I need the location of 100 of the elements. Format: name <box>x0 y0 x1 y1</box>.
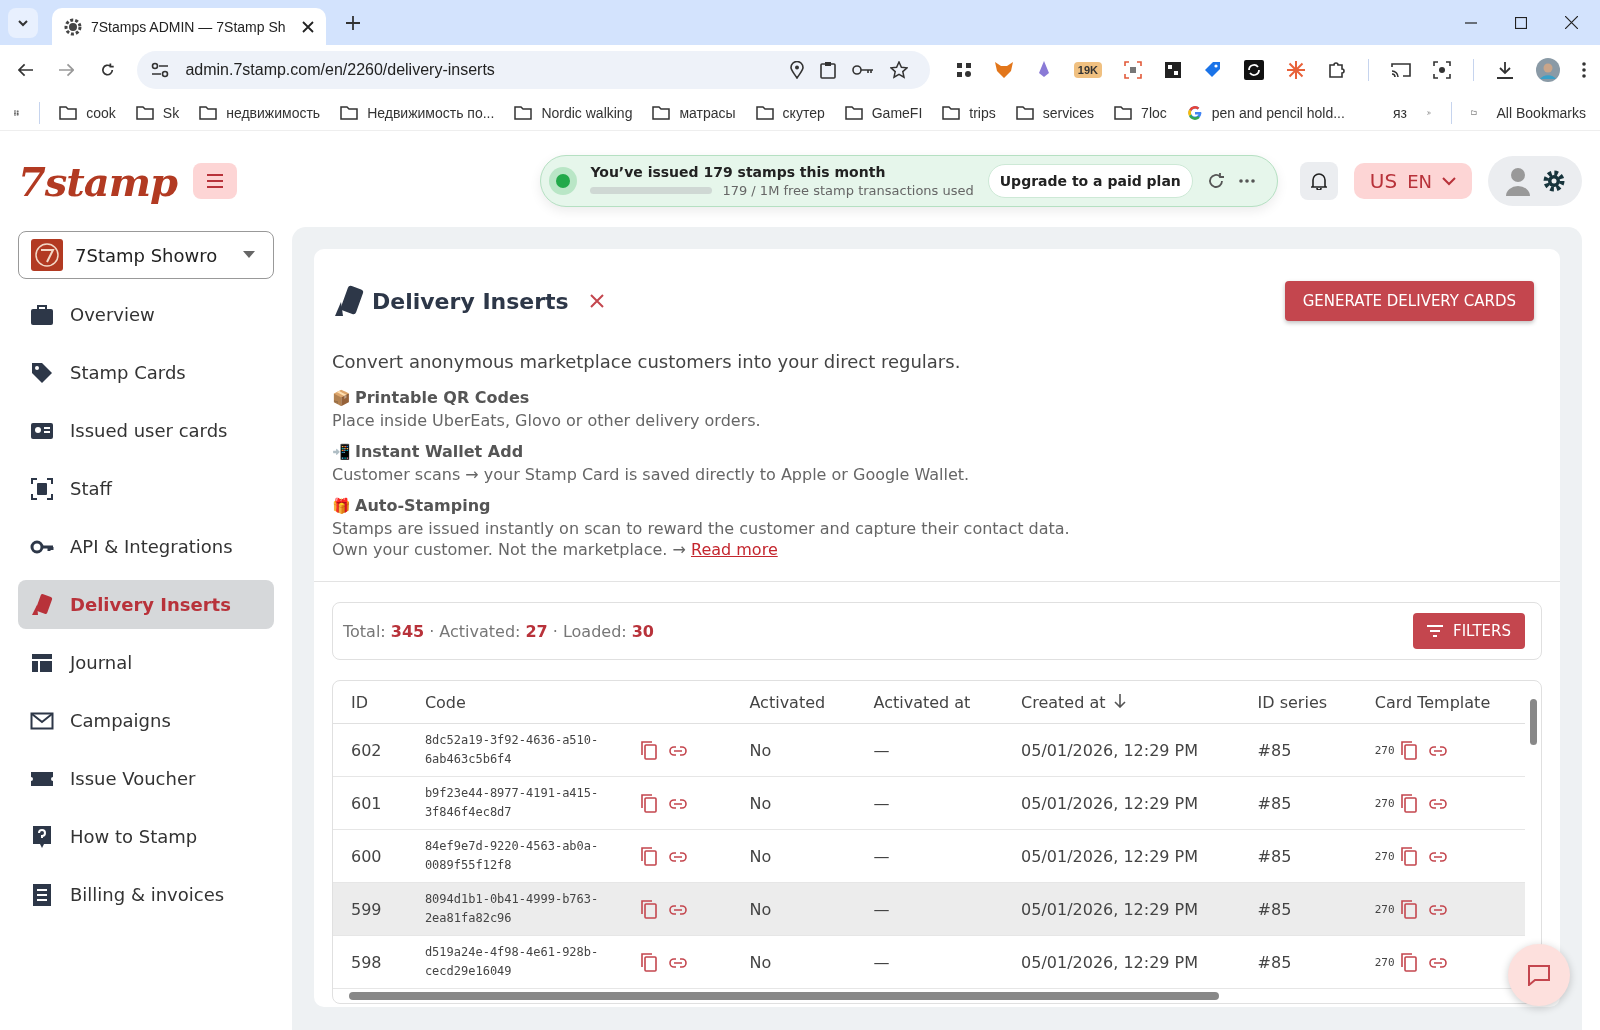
tag-icon[interactable] <box>1204 61 1222 79</box>
scan-icon[interactable] <box>1124 61 1142 79</box>
copy-icon[interactable] <box>1400 953 1417 972</box>
settings-icon[interactable] <box>1542 169 1566 193</box>
copy-icon[interactable] <box>640 900 657 919</box>
language-selector[interactable]: US EN <box>1353 163 1472 199</box>
bookmark[interactable]: Sk <box>162 104 180 121</box>
bookmark[interactable]: trips <box>969 104 996 121</box>
sidebar-item[interactable]: Overview <box>18 290 274 339</box>
site-settings-icon[interactable] <box>151 62 170 78</box>
sidebar-item[interactable]: API & Integrations <box>18 522 274 571</box>
tab-search-icon[interactable] <box>8 7 38 38</box>
link-icon[interactable] <box>668 904 687 915</box>
copy-icon[interactable] <box>1400 794 1417 813</box>
column-header[interactable]: Activated <box>749 692 826 712</box>
link-icon[interactable] <box>668 798 687 809</box>
table-row[interactable]: 600 84ef9e7d-9220-4563-ab0a-0089f55f12f8 No — 05/01/2026, 12:29 PM #85 270 <box>333 829 1525 883</box>
link-icon[interactable] <box>668 957 687 968</box>
more-icon[interactable] <box>1238 179 1255 183</box>
forward-icon[interactable] <box>59 63 75 77</box>
camera-icon[interactable] <box>1433 61 1451 79</box>
close-icon[interactable] <box>1565 16 1578 29</box>
copy-icon[interactable] <box>640 953 657 972</box>
sidebar-item[interactable]: Delivery Inserts <box>18 580 274 629</box>
link-icon[interactable] <box>1428 957 1447 968</box>
download-icon[interactable] <box>1496 61 1514 79</box>
upgrade-button[interactable]: Upgrade to a paid plan <box>987 164 1193 198</box>
bookmark[interactable]: cook <box>86 104 116 121</box>
link-icon[interactable] <box>1428 851 1447 862</box>
sync-icon[interactable] <box>1244 60 1264 80</box>
bookmark[interactable]: Недвижимость по... <box>367 104 495 121</box>
sidebar-item[interactable]: Journal <box>18 638 274 687</box>
sparkle-icon[interactable] <box>1286 60 1306 80</box>
link-icon[interactable] <box>1428 904 1447 915</box>
sort-arrow-icon[interactable] <box>1113 693 1126 708</box>
avatar-icon[interactable] <box>1536 58 1560 82</box>
puzzle-icon[interactable] <box>1328 61 1346 79</box>
bookmark[interactable]: Nordic walking <box>541 104 633 121</box>
bookmark[interactable]: недвижимость <box>226 104 321 121</box>
bookmark[interactable]: скутер <box>782 104 825 121</box>
column-header[interactable]: ID series <box>1257 692 1328 712</box>
close-icon[interactable] <box>302 20 314 33</box>
copy-icon[interactable] <box>640 741 657 760</box>
copy-icon[interactable] <box>640 794 657 813</box>
copy-icon[interactable] <box>1400 900 1417 919</box>
more-icon[interactable] <box>1582 62 1586 78</box>
cast-icon[interactable] <box>1391 62 1411 78</box>
copy-icon[interactable] <box>1400 847 1417 866</box>
column-header[interactable]: Code <box>424 692 466 712</box>
sidebar-item[interactable]: Issue Voucher <box>18 754 274 803</box>
column-header[interactable]: ID <box>351 692 369 712</box>
bookmark[interactable]: services <box>1042 104 1095 121</box>
column-header[interactable]: Created at <box>1021 692 1106 712</box>
location-pin-icon[interactable] <box>789 61 804 79</box>
sidebar-item[interactable]: Campaigns <box>18 696 274 745</box>
bookmark[interactable]: матрасы <box>679 104 736 121</box>
sidebar-item[interactable]: Issued user cards <box>18 406 274 455</box>
menu-button[interactable] <box>193 163 238 199</box>
scrollbar-thumb[interactable] <box>349 992 1219 1000</box>
reload-icon[interactable] <box>100 62 116 78</box>
clipboard-icon[interactable] <box>819 61 836 79</box>
star-icon[interactable] <box>889 61 908 79</box>
bookmark[interactable]: яз <box>1392 104 1407 121</box>
fox-icon[interactable] <box>993 61 1014 79</box>
address-bar[interactable]: admin.7stamp.com/en/2260/delivery-inserts <box>137 51 930 89</box>
sidebar-item[interactable]: Staff <box>18 464 274 513</box>
table-row[interactable]: 599 8094d1b1-0b41-4999-b763-2ea81fa82c96 No — 05/01/2026, 12:29 PM #85 270 <box>333 882 1525 936</box>
table-cell: #85 <box>1257 740 1292 760</box>
read-more-link[interactable]: Read more <box>691 540 778 559</box>
notifications-button[interactable] <box>1299 162 1338 200</box>
user-menu[interactable] <box>1488 156 1582 206</box>
generate-delivery-cards-button[interactable]: GENERATE DELIVERY CARDS <box>1284 281 1534 321</box>
scrollbar-thumb[interactable] <box>1529 699 1537 745</box>
back-icon[interactable] <box>18 63 34 77</box>
copy-icon[interactable] <box>640 847 657 866</box>
bookmark[interactable]: pen and pencil hold... <box>1211 104 1345 121</box>
bookmark[interactable]: 7loc <box>1141 104 1167 121</box>
sidebar-item[interactable]: Stamp Cards <box>18 348 274 397</box>
maximize-icon[interactable] <box>1515 16 1527 29</box>
new-tab-icon[interactable] <box>346 15 360 30</box>
logo[interactable]: 7stamp <box>18 157 178 205</box>
sidebar-item[interactable]: How to Stamp <box>18 812 274 861</box>
table-row[interactable]: 602 8dc52a19-3f92-4636-a510-6ab463c5b6f4 No — 05/01/2026, 12:29 PM #85 270 <box>333 723 1525 777</box>
link-icon[interactable] <box>1428 745 1447 756</box>
filters-button[interactable]: FILTERS <box>1413 613 1525 649</box>
refresh-icon[interactable] <box>1206 172 1225 190</box>
column-header[interactable]: Activated at <box>873 692 971 712</box>
browser-tab[interactable]: 7Stamps ADMIN — 7Stamp Sh <box>52 8 326 45</box>
sidebar-item[interactable]: Billing & invoices <box>18 870 274 919</box>
copy-icon[interactable] <box>1400 741 1417 760</box>
link-icon[interactable] <box>668 745 687 756</box>
link-icon[interactable] <box>668 851 687 862</box>
link-icon[interactable] <box>1428 798 1447 809</box>
table-row[interactable]: 601 b9f23e44-8977-4191-a415-3f846f4ec8d7 No — 05/01/2026, 12:29 PM #85 270 <box>333 776 1525 830</box>
column-header[interactable]: Card Template <box>1374 692 1491 712</box>
business-selector[interactable]: 7Stamp Showro <box>18 231 274 279</box>
key-icon[interactable] <box>851 64 874 76</box>
extension-badge[interactable]: 19K <box>1073 62 1102 78</box>
all-bookmarks[interactable]: All Bookmarks <box>1496 104 1586 121</box>
bookmark[interactable]: GameFI <box>871 104 923 121</box>
